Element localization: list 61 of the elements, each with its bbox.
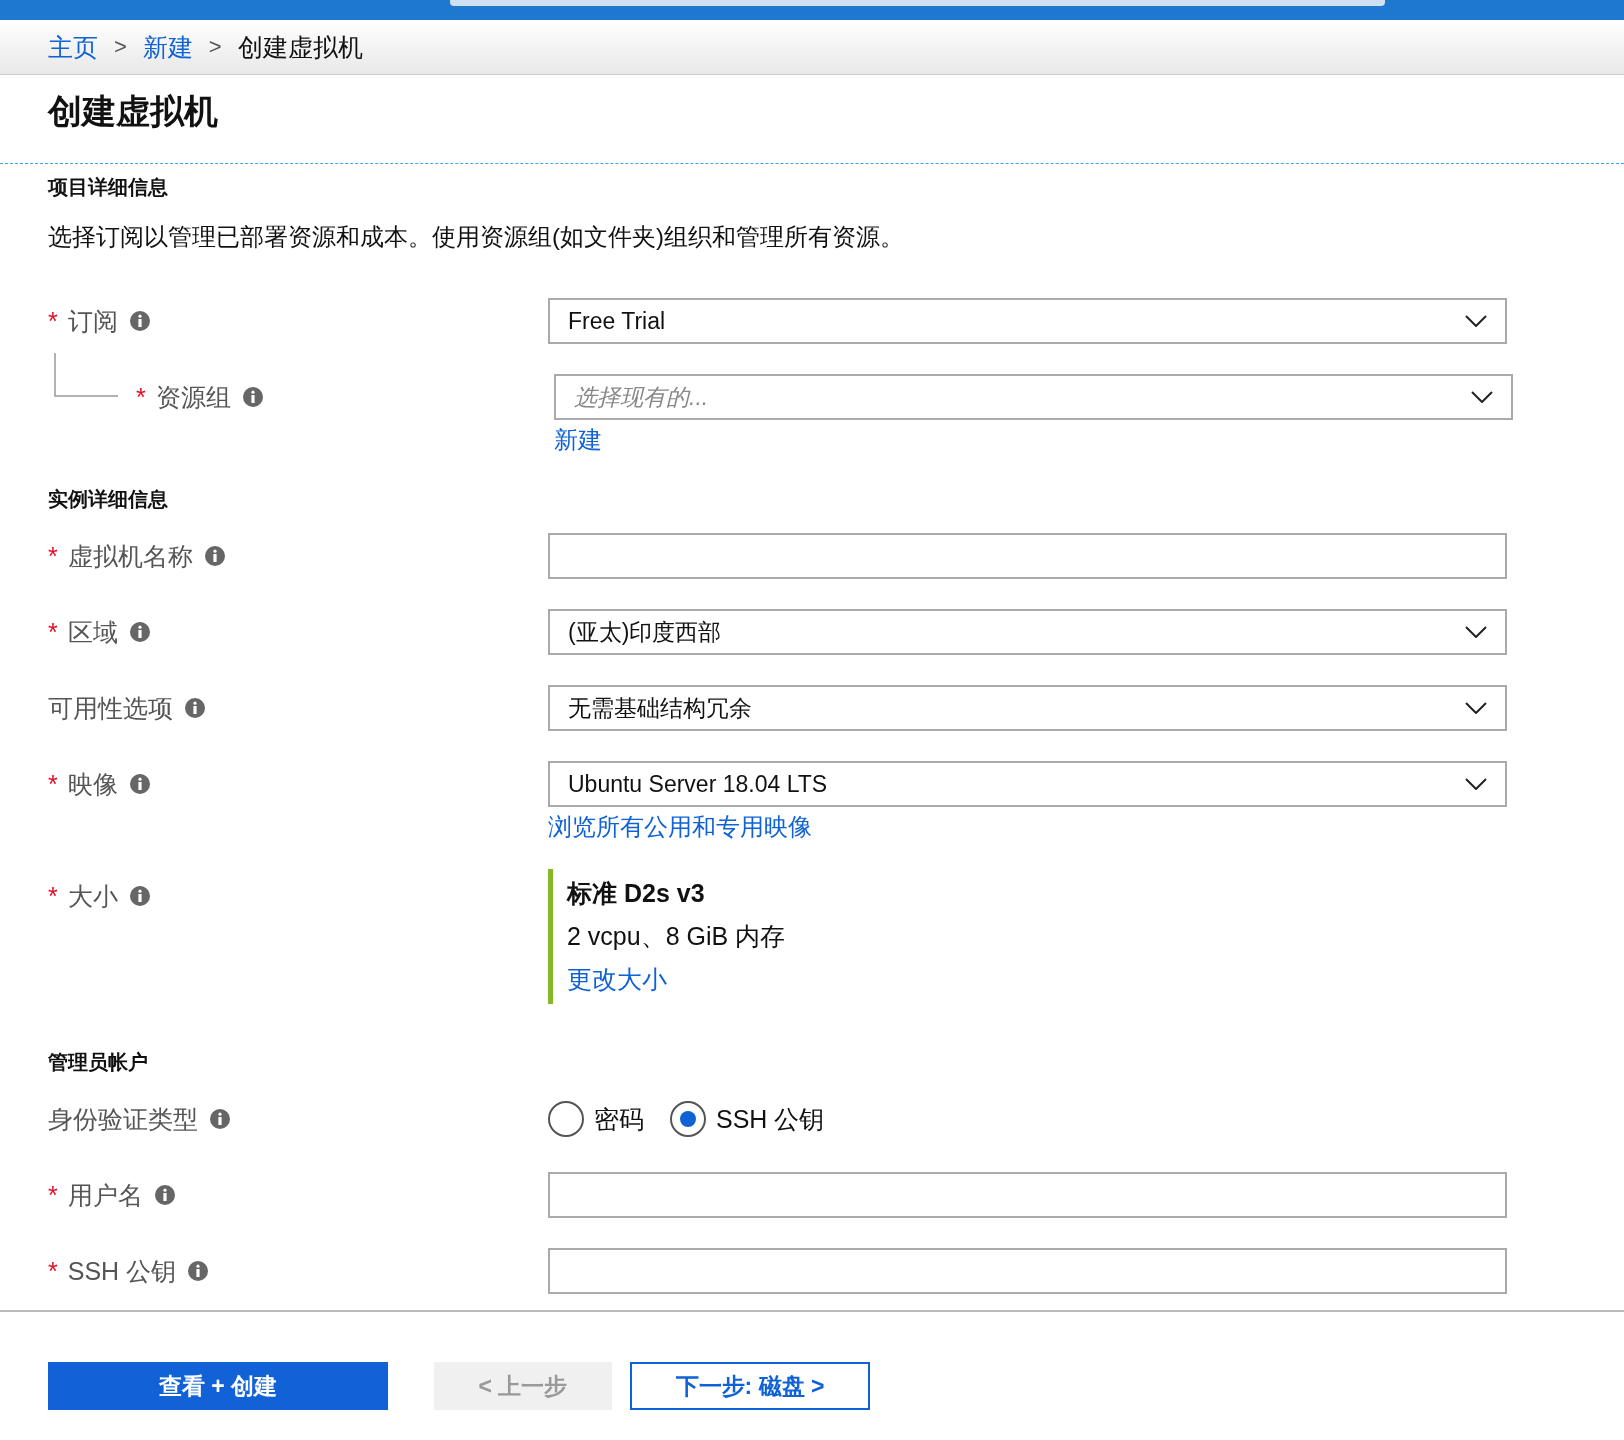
dropdown[interactable]: Free Trial (548, 298, 1507, 344)
input-field[interactable] (548, 533, 1507, 579)
info-icon[interactable] (204, 546, 225, 566)
info-icon[interactable] (188, 1261, 209, 1281)
chevron-down-icon (1471, 391, 1493, 403)
tree-connector (54, 353, 118, 397)
section-heading: 实例详细信息 (48, 487, 169, 512)
field-label: 可用性选项 (48, 692, 173, 724)
page-title: 创建虚拟机 (46, 91, 219, 132)
info-icon[interactable] (154, 1185, 175, 1205)
field-label: 映像 (67, 768, 118, 800)
dropdown[interactable]: (亚太)印度西部 (548, 609, 1507, 655)
breadcrumb-link[interactable]: 新建 (142, 30, 193, 64)
info-icon[interactable] (129, 774, 150, 794)
info-icon[interactable] (129, 311, 150, 331)
field-label: 身份验证类型 (48, 1103, 198, 1135)
breadcrumb-current: 创建虚拟机 (237, 31, 363, 63)
dropdown[interactable]: 选择现有的... (554, 374, 1513, 420)
dropdown[interactable]: Ubuntu Server 18.04 LTS (548, 761, 1507, 807)
chevron-icon: > (114, 34, 127, 60)
footer-button[interactable]: 下一步: 磁盘 > (630, 1362, 870, 1410)
info-icon[interactable] (242, 387, 263, 407)
field-label: 资源组 (155, 381, 231, 413)
change-size-link[interactable]: 更改大小 (567, 963, 667, 996)
info-icon[interactable] (129, 622, 150, 642)
info-icon[interactable] (210, 1109, 230, 1129)
input-field[interactable] (548, 1248, 1507, 1294)
chevron-down-icon (1465, 702, 1487, 714)
chevron-icon: > (208, 34, 222, 60)
breadcrumb-link[interactable]: 主页 (48, 30, 98, 64)
required-mark: * (48, 617, 58, 647)
field-label: 用户名 (67, 1179, 143, 1211)
radio-option[interactable]: 密码 (548, 1101, 644, 1137)
required-mark: * (136, 382, 146, 412)
field-label: 大小 (67, 880, 118, 912)
radio-option[interactable]: SSH 公钥 (670, 1101, 825, 1137)
footer-button[interactable]: 查看 + 创建 (48, 1362, 388, 1410)
field-link[interactable]: 浏览所有公用和专用映像 (548, 811, 812, 843)
chevron-down-icon (1465, 778, 1487, 790)
chevron-down-icon (1465, 315, 1487, 327)
required-mark: * (48, 881, 58, 911)
input-field[interactable] (548, 1172, 1507, 1218)
required-mark: * (48, 769, 58, 799)
required-mark: * (48, 1180, 58, 1210)
chevron-down-icon (1465, 626, 1487, 638)
info-icon[interactable] (185, 698, 205, 718)
info-icon[interactable] (129, 886, 150, 906)
field-label: 订阅 (67, 305, 118, 337)
required-mark: * (48, 306, 58, 336)
field-link[interactable]: 新建 (554, 424, 602, 456)
size-name: 标准 D2s v3 (567, 878, 706, 909)
required-mark: * (48, 1256, 58, 1286)
section-description: 选择订阅以管理已部署资源和成本。使用资源组(如文件夹)组织和管理所有资源。 (48, 222, 905, 252)
section-heading: 管理员帐户 (48, 1050, 149, 1075)
required-mark: * (48, 541, 58, 571)
field-label: SSH 公钥 (67, 1255, 177, 1287)
section-heading: 项目详细信息 (48, 175, 169, 200)
size-spec: 2 vcpu、8 GiB 内存 (567, 921, 787, 952)
field-label: 虚拟机名称 (67, 540, 193, 572)
dropdown[interactable]: 无需基础结构冗余 (548, 685, 1507, 731)
field-label: 区域 (67, 616, 118, 648)
